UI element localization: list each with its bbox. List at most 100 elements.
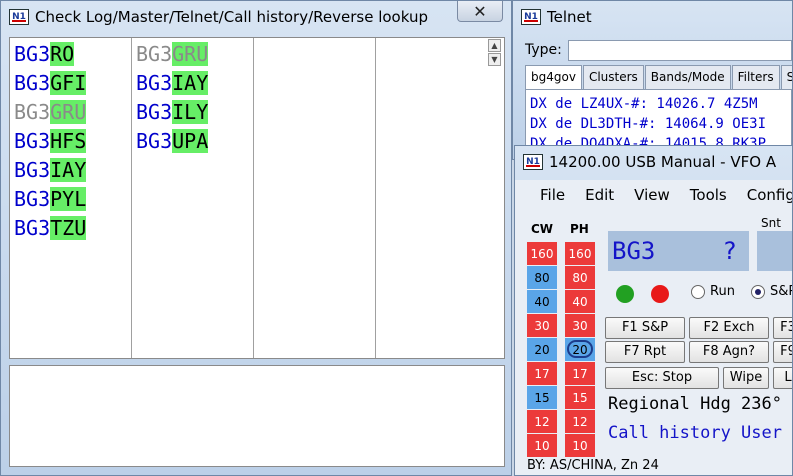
f8-button[interactable]: F8 Agn? bbox=[689, 341, 769, 363]
telnet-command-input[interactable] bbox=[567, 39, 792, 61]
check-log-titlebar[interactable]: N1 Check Log/Master/Telnet/Call history/… bbox=[1, 1, 511, 33]
selected-band-label: 20 bbox=[567, 340, 593, 358]
check-log-call[interactable]: BG3ILY bbox=[132, 98, 253, 127]
check-log-scrollbar[interactable]: ▲ ▼ bbox=[488, 39, 503, 69]
check-log-window: N1 Check Log/Master/Telnet/Call history/… bbox=[0, 0, 512, 476]
ph-band-10[interactable]: 10 bbox=[565, 434, 595, 458]
telnet-titlebar[interactable]: N1 Telnet bbox=[513, 1, 792, 33]
cw-band-10[interactable]: 10 bbox=[527, 434, 557, 458]
menu-tools[interactable]: Tools bbox=[690, 186, 727, 204]
spot-row[interactable]: DX de DL3DTH-#: 14064.9 OE3I bbox=[530, 114, 787, 134]
call-suffix: TZU bbox=[50, 216, 87, 240]
check-log-call[interactable]: BG3RO bbox=[10, 40, 131, 69]
call-prefix: BG3 bbox=[136, 100, 173, 124]
call-prefix: BG3 bbox=[136, 71, 173, 95]
check-log-grid: BG3RO BG3GFI BG3GRU BG3HFS BG3IAY BG3PYL BG3TZ… bbox=[9, 37, 505, 359]
check-log-call[interactable]: BG3GRU bbox=[10, 98, 131, 127]
check-log-call[interactable]: BG3IAY bbox=[10, 156, 131, 185]
red-status-icon bbox=[651, 285, 669, 303]
cw-band-80[interactable]: 80 bbox=[527, 266, 557, 290]
ph-band-40[interactable]: 40 bbox=[565, 290, 595, 314]
n1mm-logo-icon: N1 bbox=[521, 9, 541, 25]
f2-button[interactable]: F2 Exch bbox=[689, 317, 769, 339]
tab-bg4gov[interactable]: bg4gov bbox=[525, 65, 582, 90]
ph-band-17[interactable]: 17 bbox=[565, 362, 595, 386]
telnet-window: N1 Telnet Type: bg4gov Clusters Bands/Mo… bbox=[512, 0, 793, 160]
call-suffix: GFI bbox=[50, 71, 87, 95]
call-suffix: ILY bbox=[172, 100, 209, 124]
f3-button[interactable]: F3 bbox=[773, 317, 792, 339]
cw-band-17[interactable]: 17 bbox=[527, 362, 557, 386]
cw-band-20[interactable]: 20 bbox=[527, 338, 557, 362]
green-status-icon bbox=[616, 285, 634, 303]
check-log-call[interactable]: BG3IAY bbox=[132, 69, 253, 98]
f7-button[interactable]: F7 Rpt bbox=[605, 341, 685, 363]
ph-band-160[interactable]: 160 bbox=[565, 242, 595, 266]
cw-band-40[interactable]: 40 bbox=[527, 290, 557, 314]
callsign-field[interactable]: BG3 ? bbox=[608, 231, 749, 271]
ph-band-column: 160 80 40 30 20 17 15 12 10 bbox=[565, 242, 595, 458]
cw-band-15[interactable]: 15 bbox=[527, 386, 557, 410]
ph-band-80[interactable]: 80 bbox=[565, 266, 595, 290]
callsign-text: BG3 bbox=[612, 237, 656, 265]
menu-view[interactable]: View bbox=[634, 186, 670, 204]
menu-file[interactable]: File bbox=[540, 186, 565, 204]
close-button[interactable]: ✕ bbox=[457, 1, 503, 22]
cw-band-30[interactable]: 30 bbox=[527, 314, 557, 338]
ph-band-12[interactable]: 12 bbox=[565, 410, 595, 434]
menu-bar: File Edit View Tools Config bbox=[515, 180, 792, 210]
cw-band-12[interactable]: 12 bbox=[527, 410, 557, 434]
tab-filters[interactable]: Filters bbox=[731, 65, 780, 89]
check-log-call[interactable]: BG3TZU bbox=[10, 214, 131, 243]
menu-config[interactable]: Config bbox=[747, 186, 792, 204]
telnet-title: Telnet bbox=[547, 8, 592, 26]
tab-sp[interactable]: Sp bbox=[780, 65, 792, 89]
f1-button[interactable]: F1 S&P bbox=[605, 317, 685, 339]
log-button[interactable]: L bbox=[773, 367, 792, 389]
check-log-call[interactable]: BG3UPA bbox=[132, 127, 253, 156]
sp-radio[interactable]: S&P bbox=[751, 284, 792, 299]
wipe-button[interactable]: Wipe bbox=[723, 367, 769, 389]
call-suffix: IAY bbox=[50, 158, 87, 182]
call-suffix: HFS bbox=[50, 129, 87, 153]
cw-header: CW bbox=[531, 222, 554, 236]
telnet-type-row: Type: bbox=[525, 39, 792, 61]
run-label: Run bbox=[710, 284, 735, 299]
call-prefix: BG3 bbox=[14, 100, 51, 124]
call-prefix: BG3 bbox=[14, 42, 51, 66]
esc-stop-button[interactable]: Esc: Stop bbox=[605, 367, 719, 389]
menu-edit[interactable]: Edit bbox=[585, 186, 614, 204]
check-log-call[interactable]: BG3GRU bbox=[132, 40, 253, 69]
cw-band-160[interactable]: 160 bbox=[527, 242, 557, 266]
check-log-column-3 bbox=[254, 38, 376, 358]
snt-label: Snt bbox=[761, 216, 781, 230]
ph-band-20[interactable]: 20 bbox=[565, 338, 595, 362]
check-log-call[interactable]: BG3HFS bbox=[10, 127, 131, 156]
status-bar: BY: AS/CHINA, Zn 24 bbox=[527, 458, 659, 473]
tab-clusters[interactable]: Clusters bbox=[582, 65, 644, 89]
entry-window: N1 14200.00 USB Manual - VFO A File Edit… bbox=[514, 145, 793, 476]
call-suffix: IAY bbox=[172, 71, 209, 95]
entry-titlebar[interactable]: N1 14200.00 USB Manual - VFO A bbox=[515, 146, 792, 178]
sp-label: S&P bbox=[770, 284, 792, 299]
check-log-column-4 bbox=[376, 38, 488, 358]
ph-band-30[interactable]: 30 bbox=[565, 314, 595, 338]
radio-selected-icon bbox=[751, 284, 765, 299]
scroll-down-icon[interactable]: ▼ bbox=[488, 53, 501, 66]
call-prefix: BG3 bbox=[136, 129, 173, 153]
call-prefix: BG3 bbox=[136, 42, 173, 66]
call-prefix: BG3 bbox=[14, 129, 51, 153]
f9-button[interactable]: F9 bbox=[773, 341, 792, 363]
spot-row[interactable]: DX de LZ4UX-#: 14026.7 4Z5M bbox=[530, 94, 787, 114]
call-suffix: GRU bbox=[50, 100, 87, 124]
scroll-up-icon[interactable]: ▲ bbox=[488, 39, 501, 52]
snt-field[interactable] bbox=[757, 231, 792, 271]
entry-body: CW PH 160 80 40 30 20 17 15 12 10 160 80 40 30 20 17 1… bbox=[515, 210, 792, 475]
ph-header: PH bbox=[570, 222, 589, 236]
check-log-call[interactable]: BG3PYL bbox=[10, 185, 131, 214]
check-log-call[interactable]: BG3GFI bbox=[10, 69, 131, 98]
ph-band-15[interactable]: 15 bbox=[565, 386, 595, 410]
call-suffix: PYL bbox=[50, 187, 87, 211]
tab-bands-mode[interactable]: Bands/Mode bbox=[644, 65, 731, 89]
run-radio[interactable]: Run bbox=[691, 284, 735, 299]
